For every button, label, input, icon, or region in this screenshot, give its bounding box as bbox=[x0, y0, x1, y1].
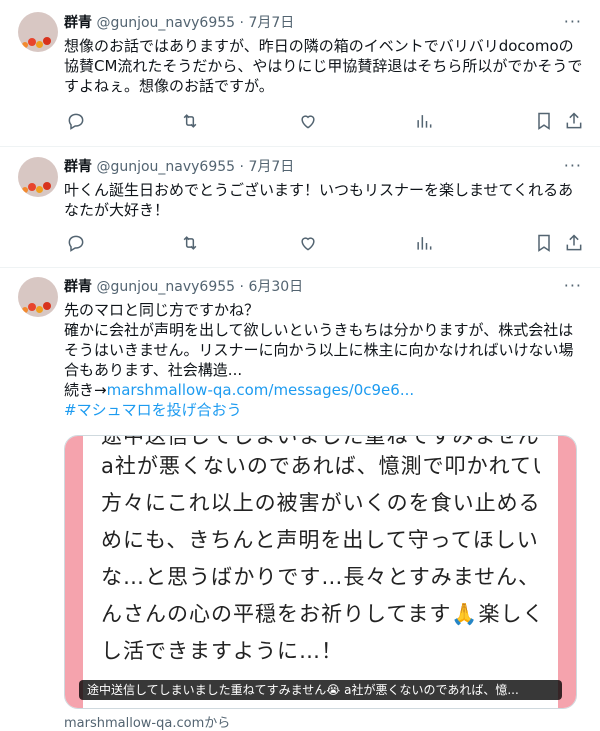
tweet-actions bbox=[64, 233, 584, 253]
tweet-text: 想像のお話ではありますが、昨日の隣の箱のイベントでバリバリdocomoの 協賛C… bbox=[64, 36, 584, 96]
card-image-text: 途中送信してしまいました重ねてすみません😭 a社が悪くないのであれば、憶測で叩か… bbox=[101, 436, 540, 708]
tweet-header: 群青 @gunjou_navy6955 · 6月30日 bbox=[64, 278, 303, 296]
card-line: し活できますように…！ bbox=[101, 639, 343, 663]
separator: · bbox=[239, 159, 244, 175]
hashtag-link[interactable]: #マシュマロを投げ合おう bbox=[64, 400, 584, 420]
card-line: 方々にこれ以上の被害がいくのを食い止めるた bbox=[101, 491, 540, 515]
tweet-date[interactable]: 6月30日 bbox=[248, 279, 303, 295]
display-name[interactable]: 群青 bbox=[64, 279, 92, 295]
tweet-actions bbox=[64, 111, 584, 131]
card-line: んさんの心の平穏をお祈りしてます🙏楽しく推 bbox=[101, 602, 540, 626]
tweet-line: 叶くん誕生日おめでとうございます！いつもリスナーを楽しませてくれるあ bbox=[64, 181, 574, 199]
like-icon[interactable] bbox=[298, 111, 318, 131]
more-options-icon[interactable]: ··· bbox=[564, 276, 582, 295]
card-line: 途中送信してしまいました重ねてすみません😭 bbox=[101, 435, 540, 448]
tweet-line: 想像のお話ではありますが、昨日の隣の箱のイベントでバリバリdocomoの bbox=[64, 37, 574, 55]
card-caption: 途中送信してしまいました重ねてすみません😭 a社が悪くないのであれば、憶... bbox=[79, 680, 562, 700]
separator: · bbox=[239, 279, 244, 295]
bookmark-icon[interactable] bbox=[534, 111, 554, 131]
views-icon[interactable] bbox=[414, 233, 434, 253]
tweet-date[interactable]: 7月7日 bbox=[248, 15, 294, 31]
more-options-icon[interactable]: ··· bbox=[564, 12, 582, 31]
tweet-header: 群青 @gunjou_navy6955 · 7月7日 bbox=[64, 14, 294, 32]
separator: · bbox=[239, 15, 244, 31]
avatar[interactable] bbox=[18, 277, 58, 317]
tweet-line: 確かに会社が声明を出して欲しいというきもちは分かりますが、株式会社は bbox=[64, 321, 574, 339]
user-handle[interactable]: @gunjou_navy6955 bbox=[96, 15, 235, 31]
tweet-line: 先のマロと同じ方ですかね？ bbox=[64, 301, 260, 319]
tweet-line: そうはいきません。リスナーに向かう以上に株主に向かなければいけない場 bbox=[64, 341, 574, 359]
card-source[interactable]: marshmallow-qa.comから bbox=[64, 712, 230, 731]
card-line: めにも、きちんと声明を出して守ってほしい bbox=[101, 528, 539, 552]
card-line: a社が悪くないのであれば、憶測で叩かれている bbox=[101, 454, 540, 478]
share-icon[interactable] bbox=[564, 233, 584, 253]
retweet-icon[interactable] bbox=[180, 233, 200, 253]
avatar[interactable] bbox=[18, 157, 58, 197]
tweet-1[interactable]: 群青 @gunjou_navy6955 · 7月7日 ··· 想像のお話ではあり… bbox=[0, 0, 600, 147]
tweet-line: 協賛CM流れたそうだから、やはりにじ甲協賛辞退はそちら所以がでかそうで bbox=[64, 57, 583, 75]
like-icon[interactable] bbox=[298, 233, 318, 253]
bookmark-icon[interactable] bbox=[534, 233, 554, 253]
tweet-date[interactable]: 7月7日 bbox=[248, 159, 294, 175]
tweet-line: すよねぇ。想像のお話ですが。 bbox=[64, 77, 274, 95]
reply-icon[interactable] bbox=[66, 233, 86, 253]
tweet-line: 合もあります、社会構造... bbox=[64, 361, 243, 379]
tweet-line: なたが大好き！ bbox=[64, 201, 170, 219]
display-name[interactable]: 群青 bbox=[64, 15, 92, 31]
more-options-icon[interactable]: ··· bbox=[564, 156, 582, 175]
user-handle[interactable]: @gunjou_navy6955 bbox=[96, 159, 235, 175]
views-icon[interactable] bbox=[414, 111, 434, 131]
reply-icon[interactable] bbox=[66, 111, 86, 131]
card-band-left bbox=[65, 436, 83, 708]
card-band-right bbox=[558, 436, 576, 708]
tweet-text: 先のマロと同じ方ですかね？ 確かに会社が声明を出して欲しいというきもちは分かりま… bbox=[64, 300, 584, 420]
display-name[interactable]: 群青 bbox=[64, 159, 92, 175]
retweet-icon[interactable] bbox=[180, 111, 200, 131]
tweet-2[interactable]: 群青 @gunjou_navy6955 · 7月7日 ··· 叶くん誕生日おめで… bbox=[0, 147, 600, 268]
share-icon[interactable] bbox=[564, 111, 584, 131]
tweet-text: 叶くん誕生日おめでとうございます！いつもリスナーを楽しませてくれるあ なたが大好… bbox=[64, 180, 584, 220]
user-handle[interactable]: @gunjou_navy6955 bbox=[96, 279, 235, 295]
tweet-header: 群青 @gunjou_navy6955 · 7月7日 bbox=[64, 158, 294, 176]
continue-prefix: 続き→ bbox=[64, 381, 107, 399]
continue-line: 続き→marshmallow-qa.com/messages/0c9e6... bbox=[64, 380, 584, 400]
avatar[interactable] bbox=[18, 12, 58, 52]
continue-link[interactable]: marshmallow-qa.com/messages/0c9e6... bbox=[107, 381, 415, 399]
card-line: な…と思うばかりです…長々とすみません、ぐ bbox=[101, 565, 540, 589]
media-card[interactable]: 途中送信してしまいました重ねてすみません😭 a社が悪くないのであれば、憶測で叩か… bbox=[64, 435, 577, 709]
